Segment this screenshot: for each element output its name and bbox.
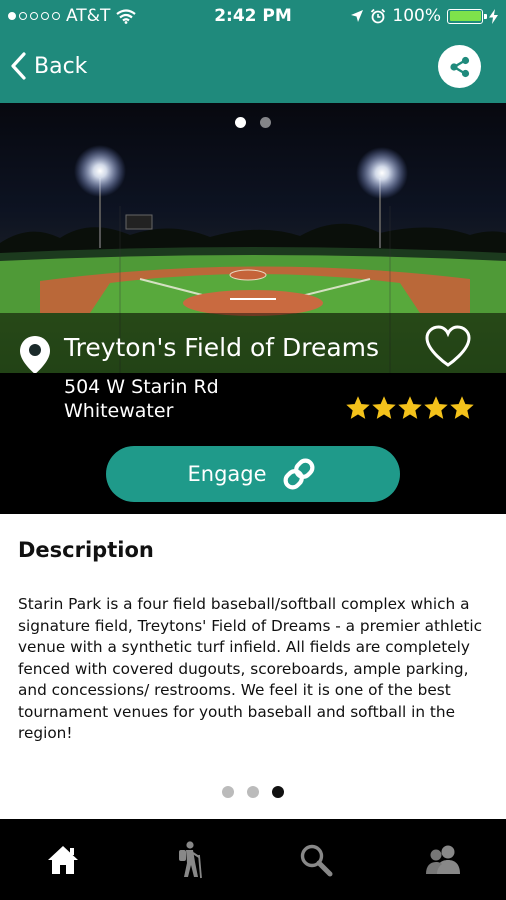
page-dot[interactable] [272, 786, 284, 798]
share-button[interactable] [438, 45, 481, 88]
battery-icon [447, 8, 487, 24]
battery-percent: 100% [392, 6, 441, 26]
page-dot[interactable] [235, 117, 246, 128]
alarm-clock-icon [371, 8, 386, 24]
address-street: 504 W Starin Rd [64, 376, 219, 398]
search-icon [301, 844, 333, 876]
tab-home[interactable] [0, 819, 127, 900]
page-dot[interactable] [222, 786, 234, 798]
description-panel: Description Starin Park is a four field … [0, 514, 506, 819]
content-page-indicator [0, 786, 506, 798]
rating-stars [346, 396, 474, 420]
hiker-icon [178, 840, 202, 878]
tab-people[interactable] [380, 819, 506, 900]
status-bar: AT&T 2:42 PM 100% [0, 0, 506, 33]
nav-bar: Back [0, 33, 506, 103]
tab-hike[interactable] [127, 819, 254, 900]
star-filled-icon [372, 396, 396, 419]
location-arrow-icon [351, 10, 364, 22]
engage-button[interactable]: Engage [106, 446, 400, 502]
status-right: 100% [350, 6, 498, 26]
description-text: Starin Park is a four field baseball/sof… [18, 595, 483, 742]
users-icon [425, 845, 460, 874]
tab-bar [0, 819, 506, 900]
photo-page-indicator [0, 117, 506, 128]
share-icon [449, 56, 469, 77]
engage-label: Engage [187, 462, 267, 486]
star-filled-icon [424, 396, 448, 419]
chevron-left-icon [11, 52, 26, 80]
back-button[interactable]: Back [10, 52, 87, 80]
home-icon [48, 845, 79, 874]
star-filled-icon [450, 396, 474, 419]
link-icon [283, 458, 314, 490]
star-filled-icon [398, 396, 422, 419]
back-label: Back [34, 53, 88, 79]
charging-bolt-icon [489, 8, 498, 24]
page-dot[interactable] [247, 786, 259, 798]
address-city: Whitewater [64, 400, 174, 422]
venue-address: 504 W Starin Rd Whitewater [64, 375, 219, 423]
star-filled-icon [346, 396, 370, 419]
favorite-heart-icon[interactable] [424, 325, 472, 369]
tab-search[interactable] [253, 819, 380, 900]
page-dot[interactable] [260, 117, 271, 128]
description-heading: Description [18, 538, 154, 562]
venue-title: Treyton's Field of Dreams [64, 333, 380, 362]
